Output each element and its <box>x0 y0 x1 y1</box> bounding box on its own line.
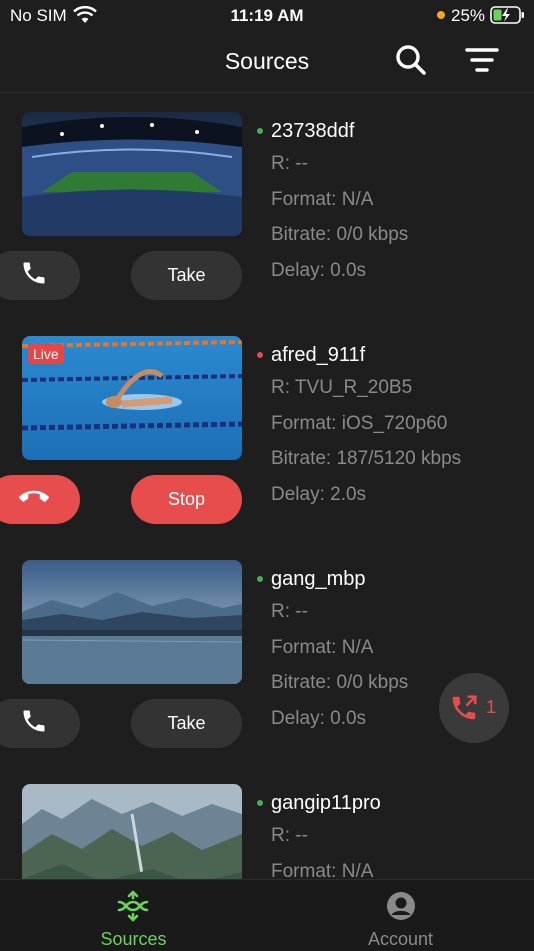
receiver-label: R: TVU_R_20B5 <box>271 377 413 398</box>
delay-label: Delay: 0.0s <box>271 259 367 281</box>
status-dot <box>257 576 263 582</box>
hangup-button[interactable] <box>0 475 80 524</box>
filter-icon[interactable] <box>465 46 499 79</box>
source-name: 23738ddf <box>271 119 355 142</box>
source-name: afred_911f <box>271 343 366 366</box>
stop-button[interactable]: Stop <box>131 475 242 524</box>
status-dot <box>257 352 263 358</box>
source-thumbnail[interactable] <box>22 112 242 236</box>
bitrate-label: Bitrate: 187/5120 kbps <box>271 448 462 469</box>
source-list[interactable]: Take 23738ddf R: -- Format: N/A Bitrate:… <box>0 92 534 879</box>
status-dot <box>257 128 263 134</box>
sources-icon <box>116 890 150 929</box>
format-label: Format: N/A <box>271 188 374 210</box>
page-title: Sources <box>224 48 310 74</box>
account-icon <box>385 890 417 927</box>
receiver-label: R: -- <box>271 601 308 622</box>
incoming-call-button[interactable]: 1 <box>439 673 509 743</box>
source-name: gangip11pro <box>271 791 381 814</box>
source-item[interactable]: gangip11pro R: -- Format: N/A <box>0 764 534 879</box>
take-button[interactable]: Take <box>131 251 242 300</box>
bitrate-label: Bitrate: 0/0 kbps <box>271 224 409 245</box>
phone-icon <box>20 707 48 740</box>
live-badge: Live <box>28 344 64 364</box>
recording-indicator <box>437 11 445 19</box>
phone-callback-icon <box>449 693 479 728</box>
call-count: 1 <box>486 697 497 717</box>
status-dot <box>257 800 263 806</box>
status-bar: No SIM 11:19 AM 25% <box>0 0 534 30</box>
source-item[interactable]: Live Stop afred_911f R: TVU_R_20B5 Forma… <box>0 316 534 540</box>
tab-sources-label: Sources <box>100 929 167 949</box>
call-button[interactable] <box>0 699 80 748</box>
source-info: gangip11pro R: -- Format: N/A <box>257 790 381 879</box>
call-button[interactable] <box>0 251 80 300</box>
format-label: Format: N/A <box>271 860 374 880</box>
battery-percent: 25% <box>451 6 486 25</box>
source-info: 23738ddf R: -- Format: N/A Bitrate: 0/0 … <box>257 118 408 288</box>
battery-charging-icon <box>490 6 526 29</box>
receiver-label: R: -- <box>271 825 308 846</box>
format-label: Format: iOS_720p60 <box>271 412 448 434</box>
tab-account[interactable]: Account <box>267 880 534 951</box>
source-info: gang_mbp R: -- Format: N/A Bitrate: 0/0 … <box>257 566 408 736</box>
source-info: afred_911f R: TVU_R_20B5 Format: iOS_720… <box>257 342 461 512</box>
source-thumbnail[interactable]: Live <box>22 336 242 460</box>
tab-account-label: Account <box>367 929 434 949</box>
phone-hangup-icon <box>19 482 49 517</box>
nav-header: Sources <box>0 30 534 93</box>
phone-icon <box>20 259 48 292</box>
source-item[interactable]: Take 23738ddf R: -- Format: N/A Bitrate:… <box>0 92 534 316</box>
tab-bar: Sources Account <box>0 879 534 951</box>
delay-label: Delay: 0.0s <box>271 707 367 729</box>
take-button[interactable]: Take <box>131 699 242 748</box>
source-name: gang_mbp <box>271 567 366 590</box>
search-icon[interactable] <box>395 44 427 81</box>
source-thumbnail[interactable] <box>22 784 242 879</box>
source-thumbnail[interactable] <box>22 560 242 684</box>
receiver-label: R: -- <box>271 153 308 174</box>
format-label: Format: N/A <box>271 636 374 658</box>
tab-sources[interactable]: Sources <box>0 880 267 951</box>
delay-label: Delay: 2.0s <box>271 483 367 505</box>
bitrate-label: Bitrate: 0/0 kbps <box>271 672 409 693</box>
